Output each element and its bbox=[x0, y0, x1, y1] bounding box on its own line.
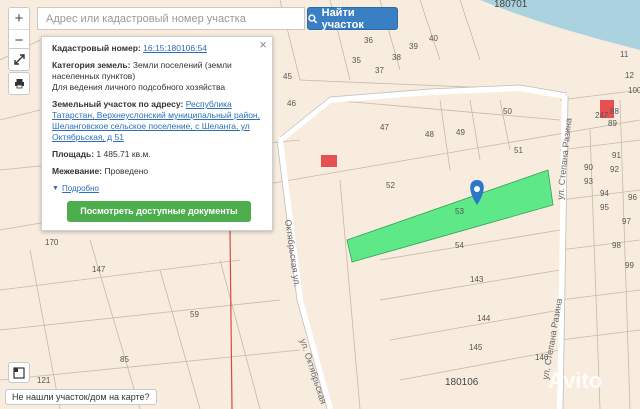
area-value: 1 485.71 кв.м. bbox=[96, 149, 151, 159]
chevron-down-icon: ▼ bbox=[52, 185, 59, 192]
search-field-wrapper bbox=[37, 7, 305, 30]
cadastral-number-link[interactable]: 16:15:180106:54 bbox=[143, 43, 207, 53]
print-icon bbox=[14, 79, 24, 89]
parcel-number-label: 88 bbox=[610, 107, 619, 116]
parcel-number-label: 45 bbox=[283, 72, 292, 81]
close-icon[interactable]: × bbox=[259, 38, 267, 51]
parcel-number-label: 40 bbox=[429, 34, 438, 43]
category-label: Категория земель: bbox=[52, 60, 131, 70]
more-details-toggle[interactable]: ▼ Подробно bbox=[52, 183, 262, 194]
parcel-number-label: 35 bbox=[352, 56, 361, 65]
parcel-number-label: 53 bbox=[455, 207, 464, 216]
more-details-label: Подробно bbox=[61, 184, 99, 193]
parcel-number-label: 47 bbox=[380, 123, 389, 132]
parcel-info-card: × Кадастровый номер: 16:15:180106:54 Кат… bbox=[41, 36, 273, 231]
parcel-number-label: 100 bbox=[628, 86, 640, 95]
parcel-number-label: 48 bbox=[425, 130, 434, 139]
parcel-number-label: 98 bbox=[612, 241, 621, 250]
category-row: Категория земель: Земли поселений (земли… bbox=[52, 60, 262, 93]
parcel-number-label: 93 bbox=[584, 177, 593, 186]
parcel-number-label: 54 bbox=[455, 241, 464, 250]
use-value: Для ведения личного подсобного хозяйства bbox=[52, 82, 226, 92]
parcel-number-label: 49 bbox=[456, 128, 465, 137]
not-found-link[interactable]: Не нашли участок/дом на карте? bbox=[5, 389, 157, 405]
parcel-number-label: 144 bbox=[477, 314, 491, 323]
parcel-number-label: 39 bbox=[409, 42, 418, 51]
cadastral-row: Кадастровый номер: 16:15:180106:54 bbox=[52, 43, 262, 54]
print-control bbox=[8, 72, 30, 95]
parcel-number-label: 143 bbox=[470, 275, 484, 284]
parcel-number-label: 46 bbox=[287, 99, 296, 108]
zoom-in-button[interactable]: + bbox=[9, 8, 29, 29]
parcel-number-label: 89 bbox=[608, 119, 617, 128]
search-button-label: Найти участок bbox=[321, 6, 364, 31]
parcel-number-label: 50 bbox=[503, 107, 512, 116]
parcel-number-label: 99 bbox=[625, 261, 634, 270]
parcel-number-label: 52 bbox=[386, 181, 395, 190]
parcel-number-label: 170 bbox=[45, 238, 59, 247]
address-label: Земельный участок по адресу: bbox=[52, 99, 184, 109]
parcel-number-label: 147 bbox=[92, 265, 106, 274]
survey-row: Межевание: Проведено bbox=[52, 166, 262, 177]
parcel-number-label: 145 bbox=[469, 343, 483, 352]
parcel-number-label: 12 bbox=[625, 71, 634, 80]
parcel-number-label: 11 bbox=[620, 50, 629, 59]
zoom-control: + − bbox=[8, 7, 30, 52]
building bbox=[321, 155, 337, 167]
parcel-number-label: 38 bbox=[392, 53, 401, 62]
cadastral-label: Кадастровый номер: bbox=[52, 43, 141, 53]
search-input[interactable] bbox=[38, 8, 304, 29]
parcel-number-label: 85 bbox=[120, 355, 129, 364]
parcel-number-label: 96 bbox=[628, 193, 637, 202]
layers-button[interactable] bbox=[8, 362, 30, 383]
survey-label: Межевание: bbox=[52, 166, 103, 176]
parcel-number-label: 90 bbox=[584, 163, 593, 172]
fullscreen-button[interactable] bbox=[9, 49, 29, 70]
print-button[interactable] bbox=[9, 73, 29, 94]
fullscreen-control bbox=[8, 48, 30, 71]
watermark-logo: Avito bbox=[548, 368, 603, 393]
parcel-number-label: 59 bbox=[190, 310, 199, 319]
block-label: 180106 bbox=[445, 377, 479, 388]
parcel-number-label: 37 bbox=[375, 66, 384, 75]
layers-icon bbox=[13, 366, 25, 379]
parcel-number-label: 94 bbox=[600, 189, 609, 198]
parcel-number-label: 36 bbox=[364, 36, 373, 45]
address-row: Земельный участок по адресу: Республика … bbox=[52, 99, 262, 143]
area-label: Площадь: bbox=[52, 149, 95, 159]
parcel-number-label: 91 bbox=[612, 151, 621, 160]
view-documents-button[interactable]: Посмотреть доступные документы bbox=[67, 201, 251, 222]
parcel-number-label: 51 bbox=[514, 146, 523, 155]
search-button[interactable]: Найти участок bbox=[307, 6, 398, 31]
parcel-number-label: 247 bbox=[595, 111, 609, 120]
survey-value: Проведено bbox=[104, 166, 149, 176]
search-icon bbox=[308, 13, 318, 23]
block-label: 180701 bbox=[494, 0, 528, 10]
expand-icon bbox=[13, 54, 25, 65]
parcel-number-label: 92 bbox=[610, 165, 619, 174]
parcel-number-label: 97 bbox=[622, 217, 631, 226]
area-row: Площадь: 1 485.71 кв.м. bbox=[52, 149, 262, 160]
parcel-number-label: 95 bbox=[600, 203, 609, 212]
parcel-number-label: 121 bbox=[37, 376, 51, 385]
